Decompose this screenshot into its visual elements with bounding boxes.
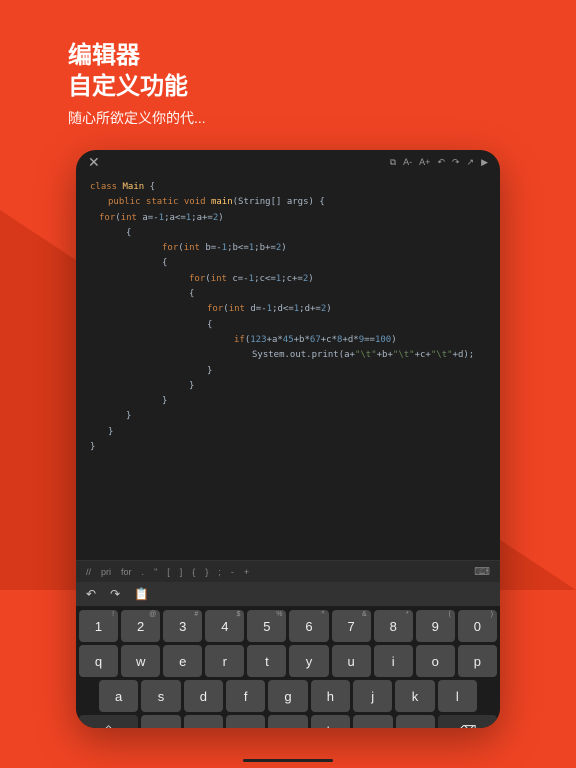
redo-icon[interactable]: ↷ (452, 157, 460, 168)
snippet-semicolon[interactable]: ; (218, 567, 221, 577)
key-x[interactable]: x (184, 715, 223, 728)
font-decrease-button[interactable]: A- (403, 157, 412, 167)
key-q[interactable]: q (79, 645, 118, 677)
kb-undo-icon[interactable]: ↶ (86, 587, 96, 601)
kb-clipboard-icon[interactable]: 📋 (134, 587, 149, 601)
key-o[interactable]: o (416, 645, 455, 677)
virtual-keyboard: 1!2@3#4$5%6^7&8*9(0) qwertyuiop asdfghjk… (76, 606, 500, 728)
snippet-for[interactable]: for (121, 567, 132, 577)
share-icon[interactable]: ↗ (467, 157, 475, 168)
undo-icon[interactable]: ↶ (437, 157, 445, 168)
keyboard-row-4: ⇧zxcvbnm⌫ (79, 715, 497, 728)
key-e[interactable]: e (163, 645, 202, 677)
title-line-1: 编辑器 (68, 40, 206, 71)
snippet-comment[interactable]: // (86, 567, 91, 577)
snippet-rbracket[interactable]: ] (180, 567, 183, 577)
kb-redo-icon[interactable]: ↷ (110, 587, 120, 601)
font-increase-button[interactable]: A+ (419, 157, 430, 167)
key-4[interactable]: 4$ (205, 610, 244, 642)
key-9[interactable]: 9( (416, 610, 455, 642)
key-shift[interactable]: ⇧ (79, 715, 138, 728)
key-6[interactable]: 6^ (289, 610, 328, 642)
snippet-rbrace[interactable]: } (205, 567, 208, 577)
keyboard-toggle-icon[interactable]: ⌨ (474, 565, 490, 578)
key-r[interactable]: r (205, 645, 244, 677)
snippet-plus[interactable]: + (244, 567, 249, 577)
key-b[interactable]: b (311, 715, 350, 728)
key-v[interactable]: v (268, 715, 307, 728)
keyboard-row-2: qwertyuiop (79, 645, 497, 677)
keyboard-row-1: 1!2@3#4$5%6^7&8*9(0) (79, 610, 497, 642)
key-i[interactable]: i (374, 645, 413, 677)
key-n[interactable]: n (353, 715, 392, 728)
key-2[interactable]: 2@ (121, 610, 160, 642)
key-y[interactable]: y (289, 645, 328, 677)
home-indicator (243, 759, 333, 762)
key-h[interactable]: h (311, 680, 350, 712)
snippet-bar: // pri for . " [ ] { } ; - + ⌨ (76, 560, 500, 582)
keyboard-toolbar: ↶ ↷ 📋 (76, 582, 500, 606)
device-frame: ✕ ⧉ A- A+ ↶ ↷ ↗ ▶ class Main { public st… (76, 150, 500, 728)
key-a[interactable]: a (99, 680, 138, 712)
close-icon[interactable]: ✕ (88, 154, 100, 171)
copy-icon[interactable]: ⧉ (390, 157, 396, 168)
key-u[interactable]: u (332, 645, 371, 677)
key-t[interactable]: t (247, 645, 286, 677)
snippet-lbracket[interactable]: [ (167, 567, 170, 577)
key-7[interactable]: 7& (332, 610, 371, 642)
snippet-dot[interactable]: . (142, 567, 145, 577)
editor-topbar: ✕ ⧉ A- A+ ↶ ↷ ↗ ▶ (76, 150, 500, 174)
snippet-pri[interactable]: pri (101, 567, 111, 577)
key-k[interactable]: k (395, 680, 434, 712)
code-editor[interactable]: class Main { public static void main(Str… (76, 174, 500, 560)
key-f[interactable]: f (226, 680, 265, 712)
snippet-minus[interactable]: - (231, 567, 234, 577)
key-c[interactable]: c (226, 715, 265, 728)
keyboard-row-3: asdfghjkl (79, 680, 497, 712)
key-8[interactable]: 8* (374, 610, 413, 642)
key-z[interactable]: z (141, 715, 180, 728)
run-icon[interactable]: ▶ (481, 157, 488, 168)
key-0[interactable]: 0) (458, 610, 497, 642)
key-s[interactable]: s (141, 680, 180, 712)
key-j[interactable]: j (353, 680, 392, 712)
key-g[interactable]: g (268, 680, 307, 712)
snippet-quote[interactable]: " (154, 567, 157, 577)
subtitle: 随心所欲定义你的代... (68, 108, 206, 128)
key-1[interactable]: 1! (79, 610, 118, 642)
header: 编辑器 自定义功能 随心所欲定义你的代... (68, 40, 206, 128)
key-3[interactable]: 3# (163, 610, 202, 642)
key-d[interactable]: d (184, 680, 223, 712)
key-w[interactable]: w (121, 645, 160, 677)
title-line-2: 自定义功能 (68, 71, 206, 102)
snippet-lbrace[interactable]: { (192, 567, 195, 577)
key-p[interactable]: p (458, 645, 497, 677)
key-l[interactable]: l (438, 680, 477, 712)
key-5[interactable]: 5% (247, 610, 286, 642)
key-m[interactable]: m (396, 715, 435, 728)
key-backspace[interactable]: ⌫ (438, 715, 497, 728)
